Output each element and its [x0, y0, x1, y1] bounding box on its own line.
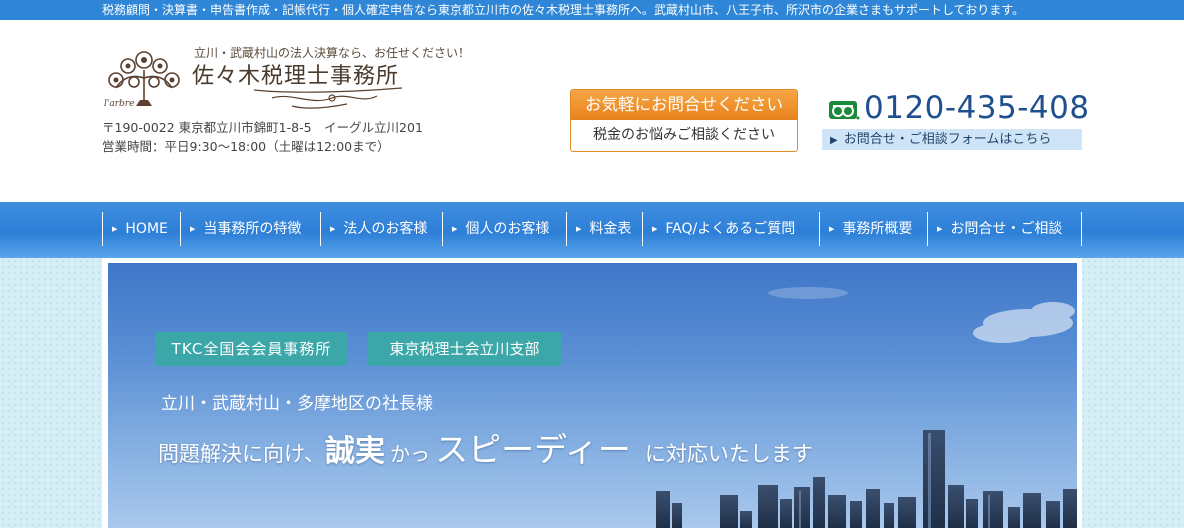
- nav-item-label: 事務所概要: [842, 221, 913, 237]
- nav-item-label: 当事務所の特徴: [203, 221, 302, 237]
- hero-headline: 問題解決に向け、誠実 かっ スピーディー に対応いたします: [158, 423, 813, 471]
- contact-cta-subtitle: 税金のお悩みご相談ください: [593, 127, 775, 143]
- triangle-right-icon: ▶: [112, 225, 118, 233]
- triangle-right-icon: ▶: [452, 225, 458, 233]
- nav-item-contact[interactable]: ▶ お問合せ・ご相談: [927, 212, 1082, 246]
- nav-item-home[interactable]: ▶ HOME: [102, 212, 180, 246]
- nav-item-label: 個人のお客様: [465, 221, 550, 237]
- phone-number: 0120-435-408: [864, 90, 1090, 126]
- nav-item-features[interactable]: ▶ 当事務所の特徴: [180, 212, 320, 246]
- nav-item-label: HOME: [125, 221, 168, 237]
- top-banner-text: 税務顧問・決算書・申告書作成・記帳代行・個人確定申告なら東京都立川市の佐々木税理…: [102, 3, 1025, 17]
- tax-association-badge: 東京税理士会立川支部: [368, 332, 561, 366]
- triangle-right-icon: ▶: [937, 225, 943, 233]
- contact-form-link-label: お問合せ・ご相談フォームはこちら: [843, 132, 1052, 147]
- top-banner: 税務顧問・決算書・申告書作成・記帳代行・個人確定申告なら東京都立川市の佐々木税理…: [0, 0, 1184, 20]
- nav-item-faq[interactable]: ▶ FAQ/よくあるご質問: [642, 212, 819, 246]
- nav-item-corporate[interactable]: ▶ 法人のお客様: [320, 212, 442, 246]
- business-hours: 営業時間：平日9:30～18:00（土曜は12:00まで）: [102, 139, 390, 154]
- contact-form-link[interactable]: ▶ お問合せ・ご相談フォームはこちら: [822, 129, 1082, 150]
- tkc-member-badge: TKC全国会会員事務所: [155, 332, 348, 366]
- triangle-right-icon: ▶: [330, 225, 336, 233]
- hero-banner: TKC全国会会員事務所 東京税理士会立川支部 立川・武蔵村山・多摩地区の社長様 …: [108, 263, 1077, 528]
- contact-cta-box[interactable]: お気軽にお問合せください 税金のお悩みご相談ください: [570, 89, 798, 152]
- hero-headline-emphasis: 誠実: [324, 434, 385, 469]
- nav-item-label: FAQ/よくあるご質問: [665, 221, 796, 237]
- triangle-right-icon: ▶: [576, 225, 582, 233]
- hero-headline-emphasis: スピーディー: [435, 430, 631, 469]
- nav-items: ▶ HOME ▶ 当事務所の特徴 ▶ 法人のお客様 ▶ 個人のお客様 ▶ 料金表 ▶ FAQ…: [102, 212, 1082, 246]
- site-logo[interactable]: l'arbre 立川・武蔵村山の法人決算なら、お任せください！ 佐々木税理士事務…: [102, 44, 470, 110]
- nav-item-label: お問合せ・ご相談: [950, 221, 1063, 237]
- nav-item-individual[interactable]: ▶ 個人のお客様: [442, 212, 566, 246]
- tree-logo-icon: l'arbre: [104, 51, 180, 108]
- nav-item-about[interactable]: ▶ 事務所概要: [819, 212, 927, 246]
- hero-subheading: 立川・武蔵村山・多摩地区の社長様: [161, 394, 433, 414]
- freedial-icon: [829, 101, 860, 120]
- triangle-right-icon: ▶: [829, 225, 835, 233]
- contact-cta-title: お気軽にお問合せください: [571, 90, 797, 120]
- flourish-ornament: [253, 87, 403, 109]
- triangle-right-icon: ▶: [652, 225, 658, 233]
- global-nav: ▶ HOME ▶ 当事務所の特徴 ▶ 法人のお客様 ▶ 個人のお客様 ▶ 料金表 ▶ FAQ…: [0, 202, 1184, 258]
- office-address: 〒190-0022 東京都立川市錦町1-8-5 イーグル立川201 営業時間：平…: [102, 118, 423, 156]
- hero-headline-part: かっ: [390, 442, 431, 466]
- nav-item-label: 料金表: [589, 221, 632, 237]
- hero-headline-part: 問題解決に向け、: [158, 442, 325, 466]
- triangle-right-icon: ▶: [190, 225, 196, 233]
- address-line: 〒190-0022 東京都立川市錦町1-8-5 イーグル立川201: [102, 120, 423, 135]
- triangle-right-icon: ▶: [830, 135, 838, 146]
- nav-item-label: 法人のお客様: [343, 221, 428, 237]
- logo-mark-text: l'arbre: [104, 99, 134, 108]
- nav-item-pricing[interactable]: ▶ 料金表: [566, 212, 642, 246]
- hero-headline-part: に対応いたします: [644, 442, 813, 466]
